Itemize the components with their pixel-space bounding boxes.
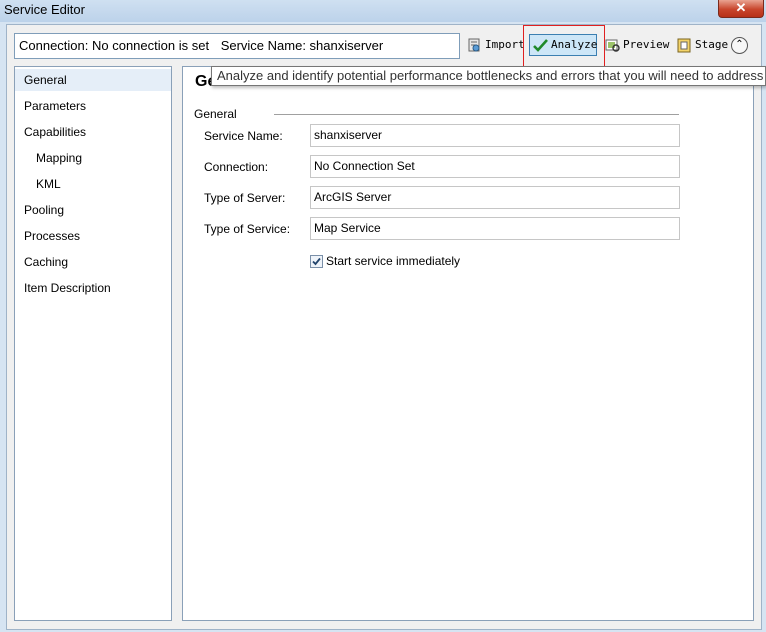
general-panel: Ge General Service Name: shanxiserver Co… xyxy=(182,66,754,621)
import-icon xyxy=(467,38,482,53)
sidebar-item-processes[interactable]: Processes xyxy=(15,225,171,247)
section-label: General xyxy=(194,107,237,121)
connection-info-box: Connection: No connection is set Service… xyxy=(14,33,460,59)
stage-icon xyxy=(677,38,692,53)
analyze-label: Analyze xyxy=(551,38,598,51)
section-divider xyxy=(274,114,679,115)
close-icon: ✕ xyxy=(735,0,747,15)
server-type-field[interactable]: ArcGIS Server xyxy=(310,186,680,209)
sidebar-item-label: Caching xyxy=(24,255,69,269)
service-name-field[interactable]: shanxiserver xyxy=(310,124,680,147)
close-button[interactable]: ✕ xyxy=(718,0,764,18)
sidebar-item-mapping[interactable]: Mapping xyxy=(15,147,171,169)
stage-label: Stage xyxy=(695,38,729,51)
service-type-label: Type of Service: xyxy=(204,222,291,236)
connection-label: Connection: xyxy=(204,160,269,174)
sidebar: General Parameters Capabilities Mapping … xyxy=(14,66,172,621)
connection-text: Connection: No connection is set xyxy=(19,38,210,53)
sidebar-item-item-description[interactable]: Item Description xyxy=(15,277,171,299)
analyze-tooltip: Analyze and identify potential performan… xyxy=(211,66,766,86)
service-type-field[interactable]: Map Service xyxy=(310,217,680,240)
window-title: Service Editor xyxy=(4,2,85,17)
service-name-text: Service Name: shanxiserver xyxy=(220,38,384,53)
service-name-label: Service Name: xyxy=(204,129,283,143)
checkmark-icon xyxy=(312,257,321,265)
import-button[interactable]: Import xyxy=(464,34,525,56)
start-service-label: Start service immediately xyxy=(326,254,461,268)
preview-label: Preview xyxy=(623,38,670,51)
start-service-checkbox[interactable] xyxy=(310,254,323,268)
sidebar-item-label: Processes xyxy=(24,229,81,243)
checkmark-icon xyxy=(533,38,548,53)
sidebar-item-label: Mapping xyxy=(36,151,83,165)
sidebar-item-general[interactable]: General xyxy=(15,69,171,91)
sidebar-item-label: Item Description xyxy=(24,281,111,295)
stage-button[interactable]: Stage xyxy=(674,34,728,56)
chevron-up-icon: ⌃ xyxy=(735,39,744,50)
sidebar-item-label: KML xyxy=(36,177,61,191)
sidebar-item-label: Capabilities xyxy=(24,125,87,139)
collapse-button[interactable]: ⌃ xyxy=(731,37,748,54)
preview-icon xyxy=(605,38,620,53)
analyze-button[interactable]: Analyze xyxy=(529,34,597,56)
start-service-option: Start service immediately xyxy=(310,254,460,268)
connection-field[interactable]: No Connection Set xyxy=(310,155,680,178)
sidebar-item-pooling[interactable]: Pooling xyxy=(15,199,171,221)
sidebar-item-label: Pooling xyxy=(24,203,65,217)
sidebar-item-capabilities[interactable]: Capabilities xyxy=(15,121,171,143)
title-bar: Service Editor ✕ xyxy=(0,0,766,22)
sidebar-item-label: General xyxy=(24,73,67,87)
import-label: Import xyxy=(485,38,525,51)
sidebar-item-label: Parameters xyxy=(24,99,87,113)
server-type-label: Type of Server: xyxy=(204,191,286,205)
preview-button[interactable]: Preview xyxy=(602,34,670,56)
sidebar-item-parameters[interactable]: Parameters xyxy=(15,95,171,117)
sidebar-item-caching[interactable]: Caching xyxy=(15,251,171,273)
sidebar-item-kml[interactable]: KML xyxy=(15,173,171,195)
